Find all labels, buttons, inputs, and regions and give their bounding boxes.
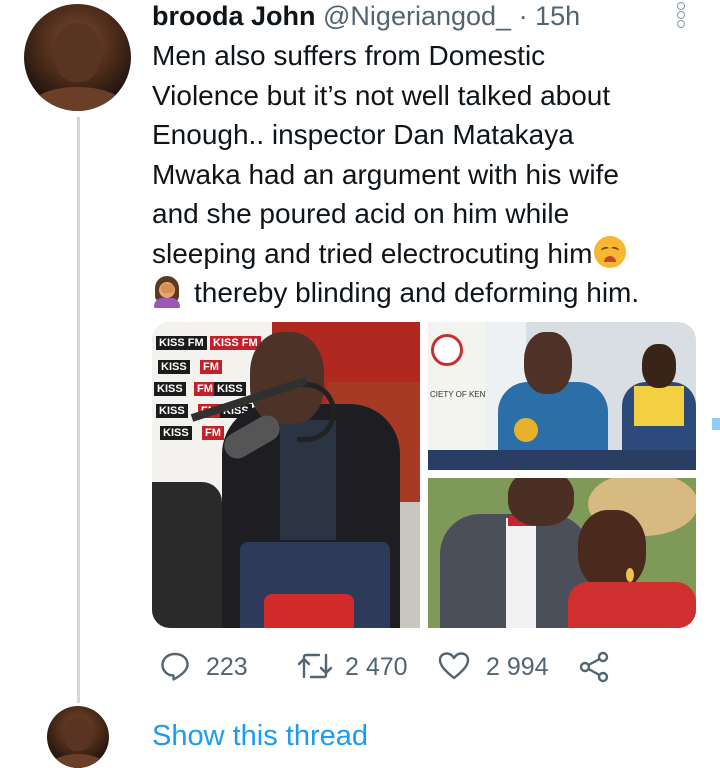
radio-logo-text: KISS [214,382,246,396]
tweet-text: Men also suffers from Domestic Violence … [152,36,712,313]
radio-logo-text: KISS [160,426,192,440]
tweet-text-line: Men also suffers from Domestic [152,40,546,71]
retweet-count: 2 470 [345,653,408,681]
bride-earring [626,568,634,582]
groom-head [508,478,574,526]
like-count: 2 994 [486,653,549,681]
bride-head [578,510,646,590]
like-icon [438,652,470,680]
tired-face-emoji [594,235,627,268]
studio-chair [152,482,222,628]
poster-emblem [431,334,463,366]
man-head [524,332,572,394]
author-name[interactable]: brooda John [152,1,316,31]
avatar-shoulders [29,87,126,111]
tweet-text-line: Violence but it’s not well talked about [152,79,611,111]
more-dot [677,20,685,28]
header-separator: · [518,1,528,31]
avatar-face [64,717,92,752]
scroll-marker [712,418,720,430]
tweet-text-line: sleeping and tried electrocuting him [152,237,593,269]
tweet-text-line-with-emoji: thereby blinding and deforming him. [152,273,712,313]
woman-head [642,344,676,388]
radio-logo-text: KISS FM [156,336,207,350]
share-icon [579,651,609,683]
reply-count: 223 [206,653,248,681]
woman-facepalming-emoji [152,276,182,308]
thread-connector-line [77,117,80,703]
tweet-media-grid: KISS FM KISS FM KISS FM KISS FM KISS KIS… [152,322,696,628]
radio-logo-text: FM [200,360,222,374]
retweet-icon [297,653,333,679]
tweet-text-line: Mwaka had an argument with his wife [152,158,619,190]
media-image-event[interactable]: CIETY OF KENYA [428,322,696,470]
reply-icon [161,652,189,681]
tweet-header: brooda John @Nigeriangod_ · 15h [152,0,580,32]
radio-logo-text: KISS [158,360,190,374]
show-thread-link[interactable]: Show this thread [152,716,368,756]
event-table [428,450,696,470]
more-dot [677,2,685,10]
radio-logo-text: FM [202,426,224,440]
author-handle[interactable]: @Nigeriangod_ [323,1,511,31]
bride-dress [568,582,696,628]
more-dot [677,11,685,19]
avatar-face [53,23,102,83]
media-image-wedding[interactable] [428,478,696,628]
tweet-text-line-with-emoji: sleeping and tried electrocuting him [152,234,712,274]
radio-logo-text: KISS FM [210,336,261,350]
more-options-icon[interactable] [676,2,686,32]
tweet-text-line: and she poured acid on him while [152,198,570,229]
tweet-text-line: Enough.. inspector Dan Matakaya [152,119,574,150]
media-image-radio-studio[interactable]: KISS FM KISS FM KISS FM KISS FM KISS KIS… [152,322,420,628]
tweet-text-line: thereby blinding and deforming him. [194,277,640,308]
shirt-pattern [514,418,538,442]
radio-logo-text: KISS [156,404,188,418]
thread-avatar[interactable] [47,706,109,768]
tweet-timestamp[interactable]: 15h [535,1,580,31]
avatar-shoulders [50,754,106,768]
woman-yellow-top [634,386,684,426]
radio-logo-text: KISS [154,382,186,396]
groom-shirt [506,518,536,628]
author-avatar[interactable] [24,4,131,111]
red-bag [264,594,354,628]
radio-logo-text: FM [194,382,216,396]
